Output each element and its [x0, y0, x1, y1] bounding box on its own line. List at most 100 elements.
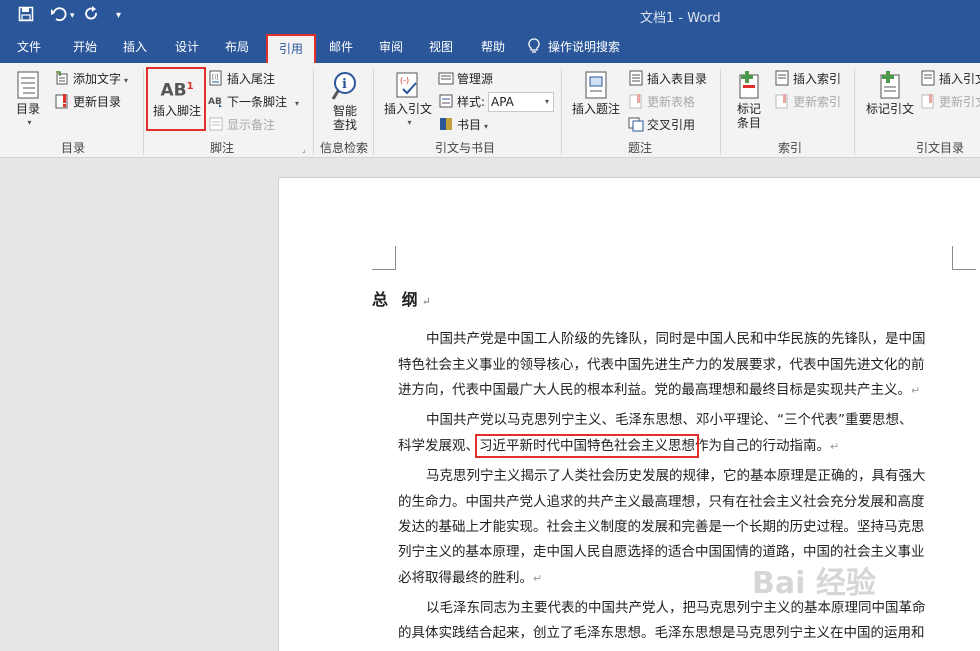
- tab-view[interactable]: 视图: [418, 34, 464, 63]
- tab-mailings[interactable]: 邮件: [318, 34, 364, 63]
- insert-table-of-figures-button[interactable]: 插入表目录: [628, 69, 707, 89]
- manage-sources-button[interactable]: 管理源: [438, 69, 493, 89]
- tab-help[interactable]: 帮助: [470, 34, 516, 63]
- add-text-button[interactable]: 添加文字 ▾: [54, 69, 128, 89]
- endnote-icon: [i]: [209, 70, 222, 86]
- svg-text:(-): (-): [400, 76, 409, 85]
- smart-lookup-button[interactable]: i 智能 查找: [322, 71, 368, 132]
- paragraph-mark-icon: ↵: [421, 295, 435, 308]
- mark-entry-icon: [739, 71, 759, 99]
- cross-reference-icon: [628, 117, 644, 132]
- group-label-toa: 引文目录: [915, 141, 964, 155]
- insert-caption-button[interactable]: 插入题注: [568, 71, 624, 116]
- table-of-figures-icon: [629, 70, 643, 86]
- manage-sources-icon: [438, 72, 454, 85]
- customize-toolbar-icon[interactable]: ▾: [116, 6, 121, 26]
- group-separator: [373, 69, 374, 155]
- paragraph-mark-icon: ↵: [533, 572, 543, 585]
- document-line: 列宁主义的基本原理，走中国人民自愿选择的适合中国国情的道路，中国的社会主义事业: [398, 544, 925, 560]
- insert-citation-icon: (-): [396, 72, 418, 98]
- document-line: 必将取得最终的胜利。↵: [398, 570, 543, 586]
- group-separator: [720, 69, 721, 155]
- group-separator: [854, 69, 855, 155]
- group-label-citations: 引文与书目: [434, 141, 495, 155]
- update-table-icon: [629, 94, 642, 109]
- bibliography-icon: [440, 118, 452, 130]
- show-notes-button[interactable]: 显示备注: [208, 115, 275, 135]
- insert-endnote-button[interactable]: [i] 插入尾注: [208, 69, 275, 89]
- tab-insert[interactable]: 插入: [112, 34, 158, 63]
- undo-icon[interactable]: [50, 6, 68, 27]
- chevron-down-icon: ▾: [407, 118, 412, 127]
- document-line: 马克思列宁主义揭示了人类社会历史发展的规律，它的基本原理是正确的，具有强大: [426, 468, 926, 484]
- tab-review[interactable]: 审阅: [368, 34, 414, 63]
- undo-dropdown-icon[interactable]: ▾: [70, 6, 75, 26]
- dialog-launcher-icon[interactable]: ⌟: [302, 145, 306, 154]
- group-separator: [561, 69, 562, 155]
- watermark: Bai 经验: [752, 566, 876, 601]
- document-line: 发达的基础上才能实现。社会主义制度的发展和完善是一个长期的历史过程。坚持马克思: [398, 519, 925, 535]
- ribbon-references: 目录 ▾ 添加文字 ▾ 更新目录 目录 AB1 插入脚注 [i] 插入尾注 AB 下一…: [0, 63, 980, 158]
- lightbulb-icon: [528, 37, 540, 64]
- title-bar: ▾ ▾ 文档1 - Word: [0, 0, 980, 34]
- insert-toa-icon: [921, 70, 935, 86]
- tab-layout[interactable]: 布局: [214, 34, 260, 63]
- update-index-button[interactable]: 更新索引: [774, 92, 841, 112]
- insert-footnote-highlight: [146, 67, 206, 131]
- tab-home[interactable]: 开始: [60, 34, 110, 63]
- group-separator: [313, 69, 314, 155]
- tell-me-box[interactable]: 操作说明搜索: [528, 34, 640, 63]
- margin-corner-marker: [372, 246, 396, 270]
- chevron-down-icon: ▾: [27, 118, 32, 127]
- group-label-toc: 目录: [60, 141, 85, 155]
- update-toc-icon: [55, 94, 68, 109]
- tab-references[interactable]: 引用: [266, 34, 316, 63]
- insert-index-icon: [775, 70, 789, 86]
- update-table-of-figures-button[interactable]: 更新表格: [628, 92, 695, 112]
- tell-me-label: 操作说明搜索: [548, 40, 621, 54]
- mark-citation-button[interactable]: 标记引文: [862, 71, 918, 116]
- ribbon-tab-bar: 文件 开始 插入 设计 布局 引用 邮件 审阅 视图 帮助 操作说明搜索: [0, 34, 980, 63]
- window-title: 文档1 - Word: [640, 11, 721, 26]
- next-footnote-icon: AB: [208, 97, 222, 107]
- chevron-down-icon: ▾: [295, 99, 300, 108]
- insert-table-of-authorities-button[interactable]: 插入引文: [920, 69, 980, 89]
- svg-text:[i]: [i]: [212, 74, 218, 81]
- document-heading: 总 纲↵: [372, 290, 435, 309]
- chevron-down-icon: ▾: [544, 97, 549, 106]
- add-text-icon: [56, 71, 68, 85]
- group-label-research: 信息检索: [319, 141, 368, 155]
- chevron-down-icon: ▾: [484, 122, 489, 131]
- citation-style-select[interactable]: APA ▾: [488, 92, 554, 112]
- document-line: 的具体实践结合起来，创立了毛泽东思想。毛泽东思想是马克思列宁主义在中国的运用和: [398, 625, 925, 641]
- show-notes-icon: [209, 117, 223, 131]
- svg-text:i: i: [342, 77, 347, 92]
- document-line: 的生命力。中国共产党人追求的共产主义最高理想，只有在社会主义社会充分发展和高度: [398, 494, 925, 510]
- group-label-captions: 题注: [627, 141, 652, 155]
- group-label-footnotes: 脚注: [209, 141, 234, 155]
- tab-design[interactable]: 设计: [164, 34, 210, 63]
- document-line: 科学发展观、习近平新时代中国特色社会主义思想作为自己的行动指南。↵: [398, 434, 840, 458]
- mark-entry-button[interactable]: 标记 条目: [728, 71, 770, 130]
- update-table-of-authorities-button[interactable]: 更新引文: [920, 92, 980, 112]
- cross-reference-button[interactable]: 交叉引用: [628, 115, 695, 135]
- style-icon: [439, 94, 453, 108]
- next-footnote-button[interactable]: AB 下一条脚注 ▾: [208, 92, 299, 112]
- group-label-index: 索引: [777, 141, 802, 155]
- bibliography-button[interactable]: 书目 ▾: [438, 115, 488, 135]
- save-icon[interactable]: [18, 6, 34, 27]
- document-line: 中国共产党是中国工人阶级的先锋队，同时是中国人民和中华民族的先锋队，是中国: [426, 331, 926, 347]
- document-line: 进方向，代表中国最广大人民的根本利益。党的最高理想和最终目标是实现共产主义。↵: [398, 382, 921, 398]
- update-table-button[interactable]: 更新目录: [54, 92, 121, 112]
- tab-file[interactable]: 文件: [6, 34, 52, 63]
- smart-lookup-icon: i: [331, 72, 356, 100]
- citation-style-control: 样式:: [438, 92, 485, 112]
- table-of-contents-icon: [17, 71, 39, 99]
- redo-icon[interactable]: [84, 6, 100, 27]
- insert-caption-icon: [585, 71, 607, 99]
- mark-citation-icon: [880, 71, 900, 99]
- toc-label: 目录: [15, 102, 40, 116]
- table-of-contents-button[interactable]: 目录 ▾: [10, 71, 46, 130]
- insert-citation-button[interactable]: (-) 插入引文 ▾: [380, 71, 436, 130]
- insert-index-button[interactable]: 插入索引: [774, 69, 841, 89]
